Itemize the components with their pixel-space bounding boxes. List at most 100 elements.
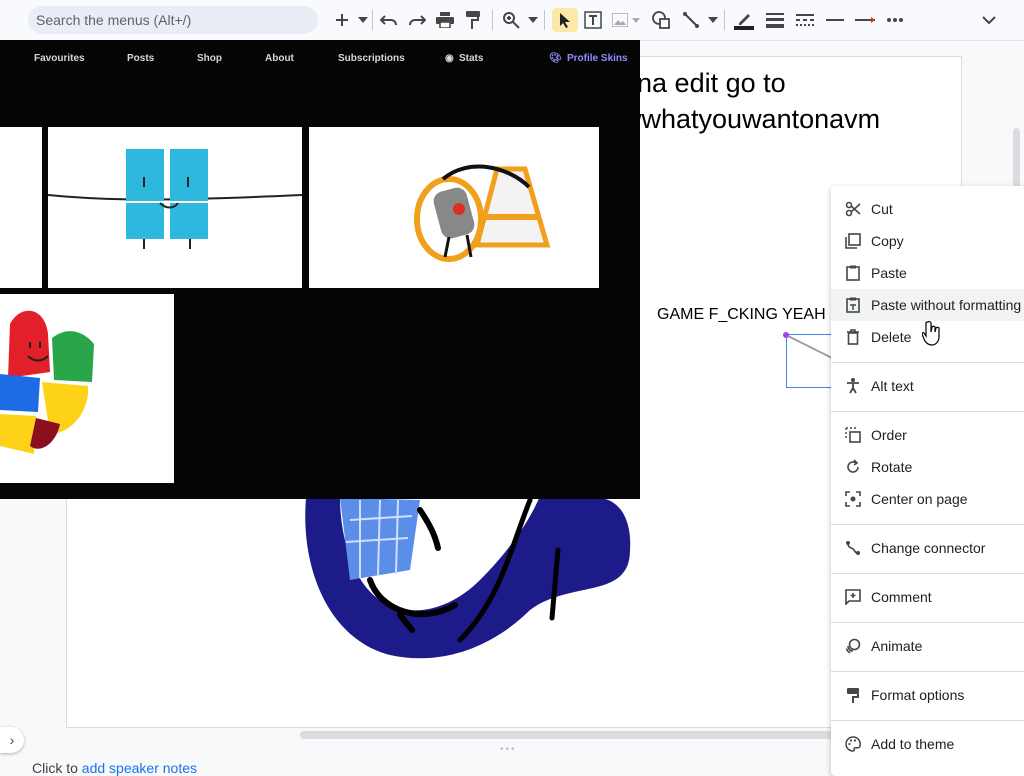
menu-item-label: Delete (871, 329, 912, 345)
menu-item-label: Format options (871, 687, 965, 703)
menu-item-change-connector[interactable]: Change connector (831, 532, 1024, 564)
toolbar-divider (372, 10, 373, 30)
order-icon (845, 427, 861, 443)
new-slide-plus-icon[interactable] (332, 8, 352, 32)
palette-icon (845, 736, 861, 752)
connector-icon (845, 540, 861, 556)
notes-resize-handle[interactable]: ••• (500, 744, 517, 755)
line-dash-icon[interactable] (794, 8, 816, 32)
line-dropdown-icon[interactable] (706, 8, 720, 32)
menu-item-label: Rotate (871, 459, 913, 475)
toolbar-divider (724, 10, 725, 30)
toolbar: Search the menus (Alt+/) (0, 0, 1024, 41)
menu-item-order[interactable]: Order (831, 419, 1024, 451)
menu-item-copy[interactable]: Copy (831, 225, 1024, 257)
nav-stats-eye-icon: ◉ (445, 53, 454, 64)
menu-divider (831, 411, 1024, 412)
speaker-notes[interactable]: Click to add speaker notes (32, 760, 197, 776)
more-options-icon[interactable] (884, 8, 906, 32)
nav-palette-icon: 🎨︎ (549, 53, 562, 64)
line-color-pen-icon[interactable] (732, 8, 756, 32)
art-tile (0, 127, 42, 288)
menu-divider (831, 524, 1024, 525)
nav-about: About (265, 53, 294, 64)
connector-line[interactable] (782, 330, 834, 362)
nav-posts: Posts (127, 53, 155, 64)
toolbar-divider (492, 10, 493, 30)
horizontal-scrollbar[interactable] (300, 731, 840, 739)
center-icon (845, 491, 861, 507)
text-box-icon[interactable] (582, 8, 604, 32)
rotate-icon (845, 459, 861, 475)
menu-item-label: Animate (871, 638, 923, 654)
select-cursor-icon[interactable] (552, 8, 578, 32)
clipboard-icon (845, 265, 861, 281)
menu-divider (831, 573, 1024, 574)
menu-item-label: Order (871, 427, 907, 443)
menu-item-format-options[interactable]: Format options (831, 679, 1024, 711)
menu-divider (831, 720, 1024, 721)
search-menus-input[interactable]: Search the menus (Alt+/) (28, 6, 318, 34)
menu-item-paste[interactable]: Paste (831, 257, 1024, 289)
shape-icon[interactable] (650, 8, 672, 32)
menu-item-rotate[interactable]: Rotate (831, 451, 1024, 483)
line-start-icon[interactable] (824, 8, 846, 32)
menu-item-add-to-theme[interactable]: Add to theme (831, 728, 1024, 760)
new-slide-dropdown-icon[interactable] (356, 8, 370, 32)
scissors-icon (845, 201, 861, 217)
print-icon[interactable] (434, 8, 456, 32)
animate-icon (845, 638, 861, 654)
format-icon (845, 687, 861, 703)
paint-format-icon[interactable] (462, 8, 484, 32)
insert-image-icon[interactable] (610, 8, 630, 32)
menu-item-label: Change connector (871, 540, 986, 556)
nav-favourites: Favourites (34, 53, 85, 64)
zoom-dropdown-icon[interactable] (526, 8, 540, 32)
image-dropdown-icon[interactable] (630, 8, 642, 32)
menu-item-animate[interactable]: Animate (831, 630, 1024, 662)
vertical-scrollbar[interactable] (1013, 128, 1020, 188)
line-end-icon[interactable] (854, 8, 876, 32)
menu-item-label: Center on page (871, 491, 968, 507)
collapse-toolbar-chevron-icon[interactable] (978, 8, 1000, 32)
menu-item-cut[interactable]: Cut (831, 193, 1024, 225)
notes-prefix: Click to (32, 760, 82, 776)
slide-drawing[interactable] (300, 490, 640, 670)
menu-item-label: Paste (871, 265, 907, 281)
menu-divider (831, 362, 1024, 363)
menu-item-label: Paste without formatting (871, 297, 1022, 313)
comment-icon (845, 589, 861, 605)
art-tile-vlc (309, 127, 599, 288)
toolbar-divider (544, 10, 545, 30)
menu-item-label: Copy (871, 233, 904, 249)
menu-item-comment[interactable]: Comment (831, 581, 1024, 613)
menu-item-center-on-page[interactable]: Center on page (831, 483, 1024, 515)
pasted-screenshot[interactable]: Favourites Posts Shop About Subscription… (0, 40, 640, 499)
zoom-icon[interactable] (500, 8, 522, 32)
art-tile-windows (47, 127, 303, 288)
menu-item-label: Comment (871, 589, 932, 605)
hand-cursor-icon (922, 320, 940, 346)
menu-divider (831, 622, 1024, 623)
slide-text-line-1[interactable]: nna edit go to (622, 68, 786, 99)
undo-icon[interactable] (378, 8, 400, 32)
redo-icon[interactable] (406, 8, 428, 32)
line-weight-icon[interactable] (764, 8, 786, 32)
menu-item-paste-without-formatting[interactable]: Paste without formatting (831, 289, 1024, 321)
notes-link[interactable]: add speaker notes (82, 760, 197, 776)
slide-caption[interactable]: GAME F_CKING YEAH (657, 306, 826, 324)
menu-item-alt-text[interactable]: Alt text (831, 370, 1024, 402)
menu-divider (831, 671, 1024, 672)
slide-text-line-2[interactable]: wwhatyouwantonavm (622, 104, 880, 135)
nav-shop: Shop (197, 53, 222, 64)
menu-item-label: Alt text (871, 378, 914, 394)
context-menu: Cut Copy Paste Paste without formatting … (831, 186, 1024, 776)
trash-icon (845, 329, 861, 345)
clipboard-plain-icon (845, 297, 861, 313)
copy-icon (845, 233, 861, 249)
expand-panel-chevron-icon[interactable]: › (0, 727, 24, 753)
accessibility-icon (845, 378, 861, 394)
line-icon[interactable] (680, 8, 702, 32)
menu-item-label: Add to theme (871, 736, 955, 752)
art-tile-windows-logo (0, 294, 174, 483)
